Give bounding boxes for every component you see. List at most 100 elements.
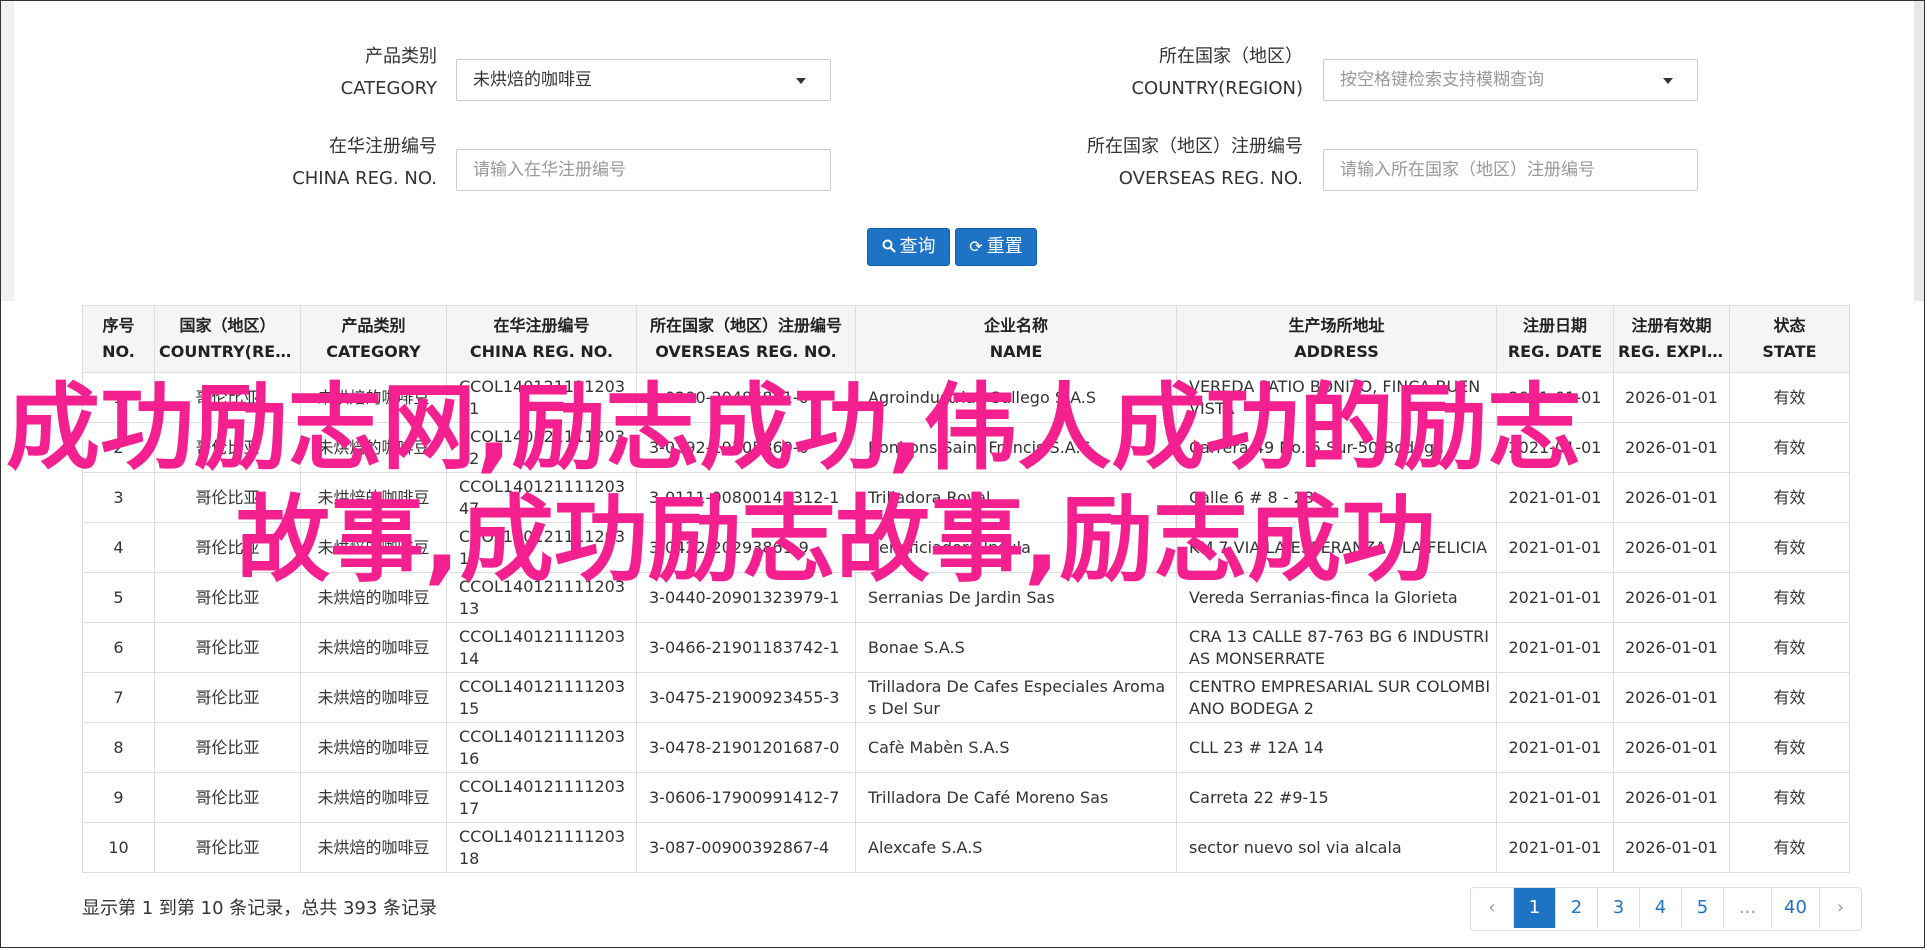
table-cell-text: sector nuevo sol via alcala bbox=[1189, 837, 1402, 857]
table-cell: 8 bbox=[82, 722, 155, 773]
table-cell: CCOL14012111120347 bbox=[446, 472, 637, 523]
china-reg-input[interactable]: 请输入在华注册编号 bbox=[456, 149, 831, 191]
table-cell: 哥伦比亚 bbox=[154, 722, 301, 773]
table-cell: 3-0290-20486851-0 bbox=[636, 372, 856, 423]
table-row[interactable]: 8 哥伦比亚 未烘焙的咖啡豆 CCOL14012111120316 3-0478-219… bbox=[82, 722, 1850, 773]
table-cell: 哥伦比亚 bbox=[154, 472, 301, 523]
table-cell: 3-0478-21901201687-0 bbox=[636, 722, 856, 773]
table-cell: Carreta 22 #9-15 bbox=[1176, 772, 1497, 823]
table-cell-text: 2021-01-01 bbox=[1508, 437, 1602, 457]
column-header-en: NO. bbox=[102, 342, 135, 361]
category-label: 产品类别 CATEGORY bbox=[301, 41, 437, 105]
table-cell-text: 未烘焙的咖啡豆 bbox=[317, 837, 430, 857]
column-header-cn: 产品类别 bbox=[341, 316, 406, 335]
query-button[interactable]: 查询 bbox=[867, 228, 950, 266]
table-row[interactable]: 5 哥伦比亚 未烘焙的咖啡豆 CCOL14012111120313 3-0440-209… bbox=[82, 572, 1850, 623]
column-header-en: ADDRESS bbox=[1294, 342, 1379, 361]
page-button[interactable]: 40 bbox=[1771, 888, 1819, 928]
column-header-en: REG. DATE bbox=[1507, 342, 1603, 361]
prev-page-button[interactable]: ‹ bbox=[1471, 888, 1513, 928]
table-cell: 哥伦比亚 bbox=[154, 422, 301, 473]
table-cell-text: Calle 6 # 8 - 23 bbox=[1189, 487, 1315, 507]
table-cell-text: 7 bbox=[113, 687, 124, 707]
table-cell: 2026-01-01 bbox=[1613, 822, 1730, 873]
table-cell-text: CENTRO EMPRESARIAL SUR COLOMBIANO BODEGA… bbox=[1189, 676, 1491, 718]
table-row[interactable]: 1 哥伦比亚 未烘焙的咖啡豆 CCOL14012111120311 3-0290-204… bbox=[82, 372, 1850, 423]
table-cell-text: 2026-01-01 bbox=[1625, 587, 1718, 607]
table-cell: 3-0475-21900923455-3 bbox=[636, 672, 856, 723]
table-cell-text: Bonbons Saint Francis S.A.S bbox=[868, 437, 1091, 457]
table-cell: 2021-01-01 bbox=[1496, 522, 1614, 573]
column-header-cn: 注册有效期 bbox=[1631, 316, 1712, 335]
table-cell: 3-087-00900392867-4 bbox=[636, 822, 856, 873]
page-button[interactable]: 3 bbox=[1597, 888, 1639, 928]
table-cell-text: Vereda Serranias-finca la Glorieta bbox=[1189, 587, 1458, 607]
table-cell-text: 有效 bbox=[1773, 537, 1806, 557]
page-button[interactable]: 1 bbox=[1513, 888, 1555, 928]
table-cell: 4 bbox=[82, 522, 155, 573]
country-select[interactable]: 按空格键检索支持模糊查询 bbox=[1323, 59, 1698, 101]
chevron-down-icon bbox=[796, 78, 806, 84]
column-header-en: CATEGORY bbox=[326, 342, 421, 361]
table-cell: 有效 bbox=[1729, 672, 1850, 723]
table-cell: 3-0392-19305869-0 bbox=[636, 422, 856, 473]
table-cell: 2026-01-01 bbox=[1613, 722, 1730, 773]
table-row[interactable]: 4 哥伦比亚 未烘焙的咖啡豆 CCOL14012111120312 3-0422-202… bbox=[82, 522, 1850, 573]
table-row[interactable]: 7 哥伦比亚 未烘焙的咖啡豆 CCOL14012111120315 3-0475-219… bbox=[82, 672, 1850, 723]
table-cell: 3-0440-20901323979-1 bbox=[636, 572, 856, 623]
table-cell-text: 9 bbox=[113, 787, 124, 807]
table-cell-text: 3-0478-21901201687-0 bbox=[649, 737, 840, 757]
table-cell-text: 2021-01-01 bbox=[1508, 537, 1602, 557]
table-row[interactable]: 10 哥伦比亚 未烘焙的咖啡豆 CCOL14012111120318 3-087-009… bbox=[82, 822, 1850, 873]
table-cell-text: CCOL14012111120317 bbox=[459, 776, 626, 818]
table-cell-text: 有效 bbox=[1773, 587, 1806, 607]
table-cell-text: 哥伦比亚 bbox=[195, 787, 260, 807]
table-cell: 2021-01-01 bbox=[1496, 722, 1614, 773]
table-cell: Beneficiadora Insula bbox=[855, 522, 1177, 573]
reset-button[interactable]: ⟳ 重置 bbox=[955, 228, 1037, 266]
overseas-reg-label-cn: 所在国家（地区）注册编号 bbox=[1087, 136, 1303, 157]
country-label-cn: 所在国家（地区） bbox=[1159, 46, 1303, 67]
table-cell-text: Trilladora De Cafes Especiales Aromas De… bbox=[868, 676, 1166, 718]
table-row[interactable]: 9 哥伦比亚 未烘焙的咖啡豆 CCOL14012111120317 3-0606-179… bbox=[82, 772, 1850, 823]
table-header-row: 序号 NO. 国家（地区） COUNTRY(REGIO... 产品类别 CATEGORY 在… bbox=[82, 305, 1850, 373]
table-cell: VEREDA PATIO BONITO, FINCA BUEN VISTA bbox=[1176, 372, 1497, 423]
table-cell: 2021-01-01 bbox=[1496, 622, 1614, 673]
column-header: 产品类别 CATEGORY bbox=[300, 305, 447, 373]
table-cell-text: Carrera 49 No. 5 Sur-50 Bodega 5 bbox=[1189, 437, 1460, 457]
table-cell-text: CRA 13 CALLE 87-763 BG 6 INDUSTRIAS MONS… bbox=[1189, 626, 1489, 668]
table-cell: 未烘焙的咖啡豆 bbox=[300, 772, 447, 823]
next-page-button[interactable]: › bbox=[1819, 888, 1861, 928]
table-cell-text: 2021-01-01 bbox=[1508, 687, 1602, 707]
table-cell: KM 7 VIA LA ESPERANZA - LA FELICIA bbox=[1176, 522, 1497, 573]
table-cell-text: 未烘焙的咖啡豆 bbox=[317, 437, 430, 457]
left-scroll-track bbox=[1, 1, 14, 301]
table-cell-text: 未烘焙的咖啡豆 bbox=[317, 737, 430, 757]
table-cell: 2026-01-01 bbox=[1613, 472, 1730, 523]
table-cell-text: 哥伦比亚 bbox=[195, 737, 260, 757]
table-cell-text: 2 bbox=[113, 437, 124, 457]
table-cell-text: 哥伦比亚 bbox=[195, 687, 260, 707]
page-button[interactable]: 2 bbox=[1555, 888, 1597, 928]
table-row[interactable]: 6 哥伦比亚 未烘焙的咖啡豆 CCOL14012111120314 3-0466-219… bbox=[82, 622, 1850, 673]
overseas-reg-input[interactable]: 请输入所在国家（地区）注册编号 bbox=[1323, 149, 1698, 191]
table-cell: 2021-01-01 bbox=[1496, 472, 1614, 523]
table-cell: 2021-01-01 bbox=[1496, 572, 1614, 623]
table-cell-text: Trilladora De Café Moreno Sas bbox=[868, 787, 1109, 807]
page-button[interactable]: 4 bbox=[1639, 888, 1681, 928]
table-cell-text: 6 bbox=[113, 637, 124, 657]
table-row[interactable]: 3 哥伦比亚 未烘焙的咖啡豆 CCOL14012111120347 3-0111-008… bbox=[82, 472, 1850, 523]
category-select[interactable]: 未烘焙的咖啡豆 bbox=[456, 59, 831, 101]
page-button[interactable]: 5 bbox=[1681, 888, 1723, 928]
right-scrollbar[interactable] bbox=[1914, 1, 1924, 301]
table-cell-text: 2021-01-01 bbox=[1508, 837, 1602, 857]
search-icon bbox=[882, 229, 896, 265]
table-cell-text: 有效 bbox=[1773, 487, 1806, 507]
column-header-cn: 注册日期 bbox=[1522, 316, 1587, 335]
table-cell-text: 2026-01-01 bbox=[1625, 787, 1718, 807]
column-header-en: OVERSEAS REG. NO. bbox=[655, 342, 837, 361]
category-label-en: CATEGORY bbox=[340, 78, 437, 99]
table-row[interactable]: 2 哥伦比亚 未烘焙的咖啡豆 CCOL14012111120312 3-0392-193… bbox=[82, 422, 1850, 473]
column-header-en: STATE bbox=[1762, 342, 1817, 361]
table-cell-text: VEREDA PATIO BONITO, FINCA BUEN VISTA bbox=[1189, 376, 1481, 418]
